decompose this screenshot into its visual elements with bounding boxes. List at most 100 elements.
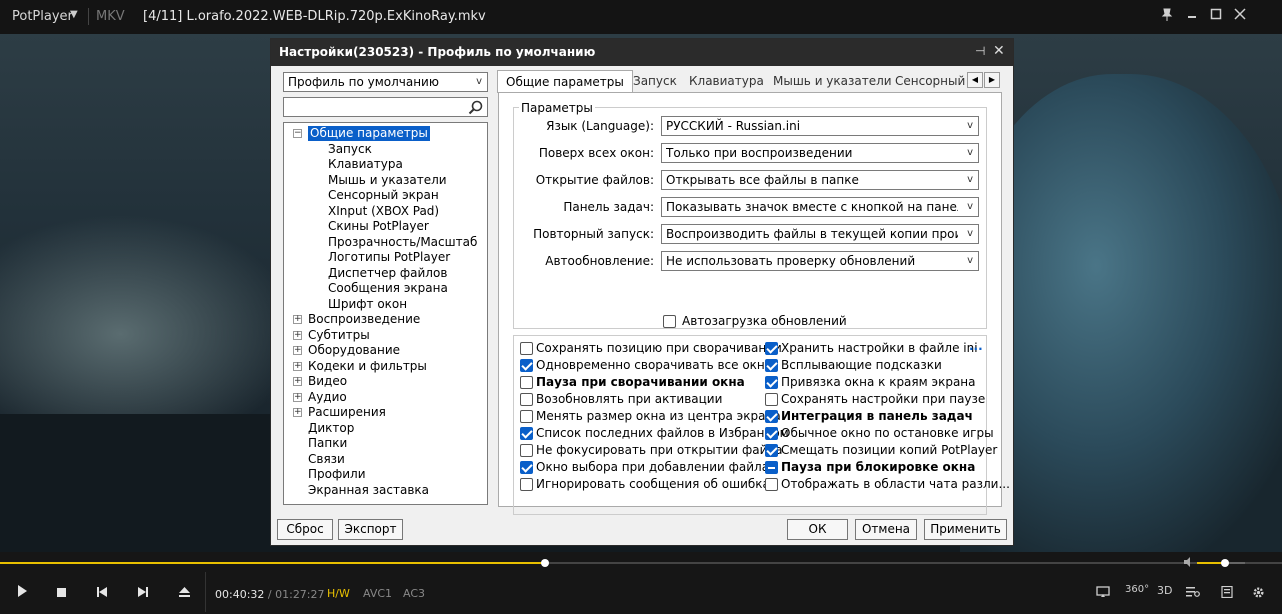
tab-item[interactable]: Клавиатура bbox=[689, 72, 764, 92]
tree-item[interactable]: Расширения bbox=[308, 405, 386, 420]
app-menu-button[interactable]: PotPlayer bbox=[12, 9, 73, 24]
ok-button[interactable]: ОК bbox=[787, 519, 848, 540]
hw-decoder-badge[interactable]: H/W bbox=[327, 587, 350, 600]
eject-icon[interactable] bbox=[179, 586, 190, 600]
tree-item[interactable]: Связи bbox=[308, 452, 345, 467]
field-select[interactable]: РУССКИЙ - Russian.ini v bbox=[661, 116, 979, 136]
tree-item[interactable]: Кодеки и фильтры bbox=[308, 359, 427, 374]
option-checkbox[interactable] bbox=[520, 461, 533, 474]
field-select[interactable]: Не использовать проверку обновлений v bbox=[661, 251, 979, 271]
tab-item[interactable]: Сенсорный э bbox=[895, 72, 976, 92]
option-checkbox[interactable] bbox=[520, 410, 533, 423]
option-checkbox[interactable] bbox=[765, 427, 778, 440]
tree-item[interactable]: Общие параметры bbox=[308, 126, 430, 141]
cast-icon[interactable] bbox=[1096, 586, 1110, 601]
next-icon[interactable] bbox=[138, 586, 148, 600]
tree-item[interactable]: Логотипы PotPlayer bbox=[328, 250, 450, 265]
chapter-icon[interactable] bbox=[1221, 585, 1233, 601]
volume-slider[interactable] bbox=[1197, 559, 1245, 567]
video-codec-badge[interactable]: AVC1 bbox=[363, 587, 392, 600]
tab-scroll-right-icon[interactable]: ▶ bbox=[984, 72, 1000, 88]
vr-360-icon[interactable]: 360° bbox=[1125, 584, 1149, 595]
tree-item[interactable]: Диспетчер файлов bbox=[328, 266, 447, 281]
ini-more-button[interactable]: ... bbox=[969, 339, 983, 353]
volume-handle[interactable] bbox=[1220, 559, 1229, 567]
tree-item[interactable]: Клавиатура bbox=[328, 157, 403, 172]
restore-icon[interactable] bbox=[1186, 8, 1198, 23]
option-checkbox[interactable] bbox=[520, 376, 533, 389]
search-icon[interactable] bbox=[468, 100, 484, 115]
tree-item[interactable]: Мышь и указатели bbox=[328, 173, 447, 188]
expand-icon[interactable]: + bbox=[293, 361, 302, 371]
tab-item[interactable]: Запуск bbox=[633, 72, 677, 92]
tree-item[interactable]: Прозрачность/Масштаб bbox=[328, 235, 477, 250]
field-select[interactable]: Воспроизводить файлы в текущей копии про… bbox=[661, 224, 979, 244]
option-checkbox[interactable] bbox=[765, 461, 778, 474]
tab-scroll-left-icon[interactable]: ◀ bbox=[967, 72, 983, 88]
profile-select[interactable]: Профиль по умолчанию v bbox=[283, 72, 488, 92]
reset-button[interactable]: Сброс bbox=[277, 519, 333, 540]
chevron-down-icon[interactable]: ▼ bbox=[70, 9, 78, 20]
expand-icon[interactable]: + bbox=[293, 377, 302, 386]
time-display[interactable]: 00:40:32 / 01:27:27 bbox=[215, 588, 325, 601]
tree-item[interactable]: Субтитры bbox=[308, 328, 370, 343]
tree-item[interactable]: Диктор bbox=[308, 421, 354, 436]
seek-bar[interactable] bbox=[0, 559, 1282, 567]
tree-item[interactable]: Сообщения экрана bbox=[328, 281, 448, 296]
tree-item[interactable]: Профили bbox=[308, 467, 366, 482]
cancel-button[interactable]: Отмена bbox=[855, 519, 917, 540]
pin-icon[interactable]: ⊣ bbox=[975, 44, 985, 58]
option-checkbox[interactable] bbox=[765, 444, 778, 457]
tree-item[interactable]: Видео bbox=[308, 374, 347, 389]
option-checkbox[interactable] bbox=[765, 393, 778, 406]
option-checkbox[interactable] bbox=[520, 393, 533, 406]
apply-button[interactable]: Применить bbox=[924, 519, 1007, 540]
prev-icon[interactable] bbox=[97, 586, 107, 600]
search-input[interactable] bbox=[283, 97, 488, 117]
option-checkbox[interactable] bbox=[765, 342, 778, 355]
expand-icon[interactable]: + bbox=[293, 392, 302, 402]
collapse-icon[interactable]: − bbox=[293, 129, 302, 138]
expand-icon[interactable]: + bbox=[293, 346, 302, 355]
option-checkbox[interactable] bbox=[520, 444, 533, 457]
playlist-icon[interactable] bbox=[1186, 586, 1200, 601]
tree-item[interactable]: Шрифт окон bbox=[328, 297, 407, 312]
settings-tree[interactable]: − Общие параметры Запуск Клавиатура Мышь и у… bbox=[283, 122, 488, 505]
auto-download-checkbox[interactable] bbox=[663, 315, 676, 328]
expand-icon[interactable]: + bbox=[293, 330, 302, 340]
tab-item[interactable]: Общие параметры bbox=[497, 70, 633, 93]
audio-codec-badge[interactable]: AC3 bbox=[403, 587, 425, 600]
3d-icon[interactable]: 3D bbox=[1157, 584, 1172, 597]
maximize-icon[interactable] bbox=[1210, 8, 1222, 23]
tree-item[interactable]: Папки bbox=[308, 436, 347, 451]
stop-icon[interactable] bbox=[57, 586, 66, 600]
tree-item[interactable]: Воспроизведение bbox=[308, 312, 420, 327]
option-checkbox[interactable] bbox=[765, 359, 778, 372]
option-checkbox[interactable] bbox=[520, 427, 533, 440]
option-checkbox[interactable] bbox=[520, 359, 533, 372]
tree-item[interactable]: XInput (XBOX Pad) bbox=[328, 204, 439, 219]
tree-item[interactable]: Аудио bbox=[308, 390, 347, 405]
volume-icon[interactable] bbox=[1183, 556, 1195, 571]
tab-item[interactable]: Мышь и указатели bbox=[773, 72, 892, 92]
option-checkbox[interactable] bbox=[520, 478, 533, 491]
option-checkbox[interactable] bbox=[765, 410, 778, 423]
option-checkbox[interactable] bbox=[765, 376, 778, 389]
tree-item[interactable]: Экранная заставка bbox=[308, 483, 429, 498]
tree-item[interactable]: Запуск bbox=[328, 142, 372, 157]
close-icon[interactable]: ✕ bbox=[993, 43, 1005, 59]
expand-icon[interactable]: + bbox=[293, 408, 302, 417]
option-checkbox[interactable] bbox=[520, 342, 533, 355]
expand-icon[interactable]: + bbox=[293, 315, 302, 324]
field-select[interactable]: Открывать все файлы в папке v bbox=[661, 170, 979, 190]
play-icon[interactable] bbox=[17, 585, 27, 600]
tree-item[interactable]: Скины PotPlayer bbox=[328, 219, 429, 234]
field-select[interactable]: Показывать значок вместе с кнопкой на па… bbox=[661, 197, 979, 217]
close-icon[interactable] bbox=[1234, 8, 1246, 23]
seek-handle[interactable] bbox=[540, 559, 549, 567]
export-button[interactable]: Экспорт bbox=[338, 519, 403, 540]
option-checkbox[interactable] bbox=[765, 478, 778, 491]
tree-item[interactable]: Сенсорный экран bbox=[328, 188, 439, 203]
settings-icon[interactable] bbox=[1252, 586, 1265, 602]
tree-item[interactable]: Оборудование bbox=[308, 343, 400, 358]
